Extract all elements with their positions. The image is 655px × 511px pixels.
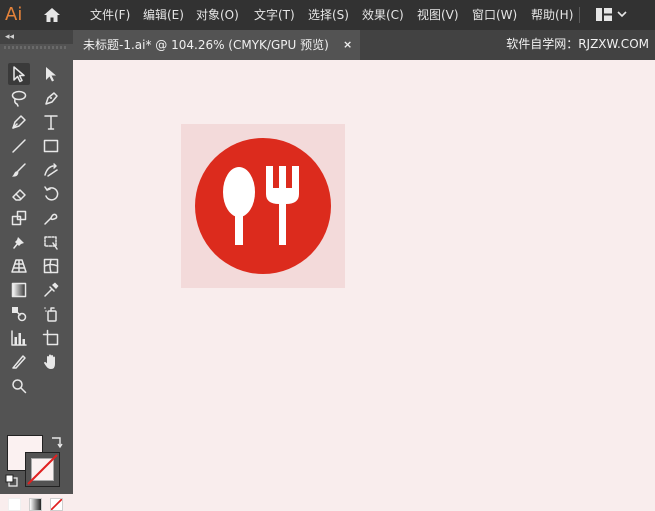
collapse-panel-icon[interactable]: ◂◂ — [5, 31, 14, 43]
free-transform-tool-icon[interactable] — [40, 231, 62, 253]
shaper-tool-icon[interactable] — [40, 159, 62, 181]
none-mode-button[interactable] — [50, 498, 63, 511]
menu-help[interactable]: 帮助(H) — [531, 0, 573, 30]
default-fill-stroke-icon[interactable] — [5, 474, 19, 488]
close-icon[interactable]: × — [343, 30, 352, 60]
app-logo: Ai — [5, 4, 23, 25]
line-segment-tool-icon[interactable] — [8, 135, 30, 157]
curvature-pen-tool-icon[interactable] — [40, 87, 62, 109]
document-tab-title: 未标题-1.ai* @ 104.26% (CMYK/GPU 预览) — [83, 38, 329, 52]
artboard[interactable] — [181, 124, 345, 288]
workspace-layout-icon[interactable] — [596, 8, 612, 21]
menubar: Ai 文件(F) 编辑(E) 对象(O) 文字(T) 选择(S) 效果(C) 视… — [0, 0, 655, 30]
panel-grip[interactable] — [4, 46, 68, 49]
watermark-text: 软件自学网：RJZXW.COM — [506, 37, 649, 51]
column-graph-tool-icon[interactable] — [8, 327, 30, 349]
warp-tool-icon[interactable] — [40, 207, 62, 229]
document-tab-bar: 未标题-1.ai* @ 104.26% (CMYK/GPU 预览) × 软件自学… — [73, 30, 655, 60]
selection-tool-icon[interactable] — [8, 63, 30, 85]
home-icon[interactable] — [42, 5, 62, 25]
mesh-tool-icon[interactable] — [40, 255, 62, 277]
type-tool-icon[interactable] — [40, 111, 62, 133]
chevron-down-icon[interactable] — [617, 9, 627, 19]
rotate-tool-icon[interactable] — [40, 183, 62, 205]
tools-panel: ◂◂ — [0, 30, 73, 511]
symbol-sprayer-tool-icon[interactable] — [40, 303, 62, 325]
artboard-tool-icon[interactable] — [40, 327, 62, 349]
stroke-color-swatch[interactable] — [25, 452, 60, 487]
scale-tool-icon[interactable] — [8, 207, 30, 229]
menu-object[interactable]: 对象(O) — [196, 0, 239, 30]
document-tab[interactable]: 未标题-1.ai* @ 104.26% (CMYK/GPU 预览) × — [73, 30, 360, 60]
tools-panel-header: ◂◂ — [0, 30, 73, 44]
menu-window[interactable]: 窗口(W) — [472, 0, 517, 30]
rectangle-tool-icon[interactable] — [40, 135, 62, 157]
restaurant-spoon-fork-icon[interactable] — [181, 124, 345, 288]
zoom-tool-icon[interactable] — [8, 375, 30, 397]
menu-type[interactable]: 文字(T) — [254, 0, 295, 30]
blend-tool-icon[interactable] — [8, 303, 30, 325]
color-mode-button[interactable] — [8, 498, 21, 511]
paintbrush-tool-icon[interactable] — [8, 159, 30, 181]
menu-file[interactable]: 文件(F) — [90, 0, 130, 30]
hand-tool-icon[interactable] — [40, 351, 62, 373]
menu-effect[interactable]: 效果(C) — [362, 0, 404, 30]
menu-edit[interactable]: 编辑(E) — [143, 0, 184, 30]
no-stroke-slash-icon — [27, 454, 58, 485]
menubar-divider — [579, 7, 580, 23]
eraser-tool-icon[interactable] — [8, 183, 30, 205]
direct-selection-tool-icon[interactable] — [40, 63, 62, 85]
menu-select[interactable]: 选择(S) — [308, 0, 349, 30]
gradient-tool-icon[interactable] — [8, 279, 30, 301]
swap-fill-stroke-icon[interactable] — [49, 435, 63, 449]
eyedropper-tool-icon[interactable] — [40, 279, 62, 301]
pen-tool-icon[interactable] — [8, 111, 30, 133]
gradient-mode-button[interactable] — [29, 498, 42, 511]
perspective-grid-tool-icon[interactable] — [8, 255, 30, 277]
lasso-tool-icon[interactable] — [8, 87, 30, 109]
canvas[interactable] — [73, 60, 655, 494]
menu-view[interactable]: 视图(V) — [417, 0, 459, 30]
puppet-warp-tool-icon[interactable] — [8, 231, 30, 253]
slice-tool-icon[interactable] — [8, 351, 30, 373]
